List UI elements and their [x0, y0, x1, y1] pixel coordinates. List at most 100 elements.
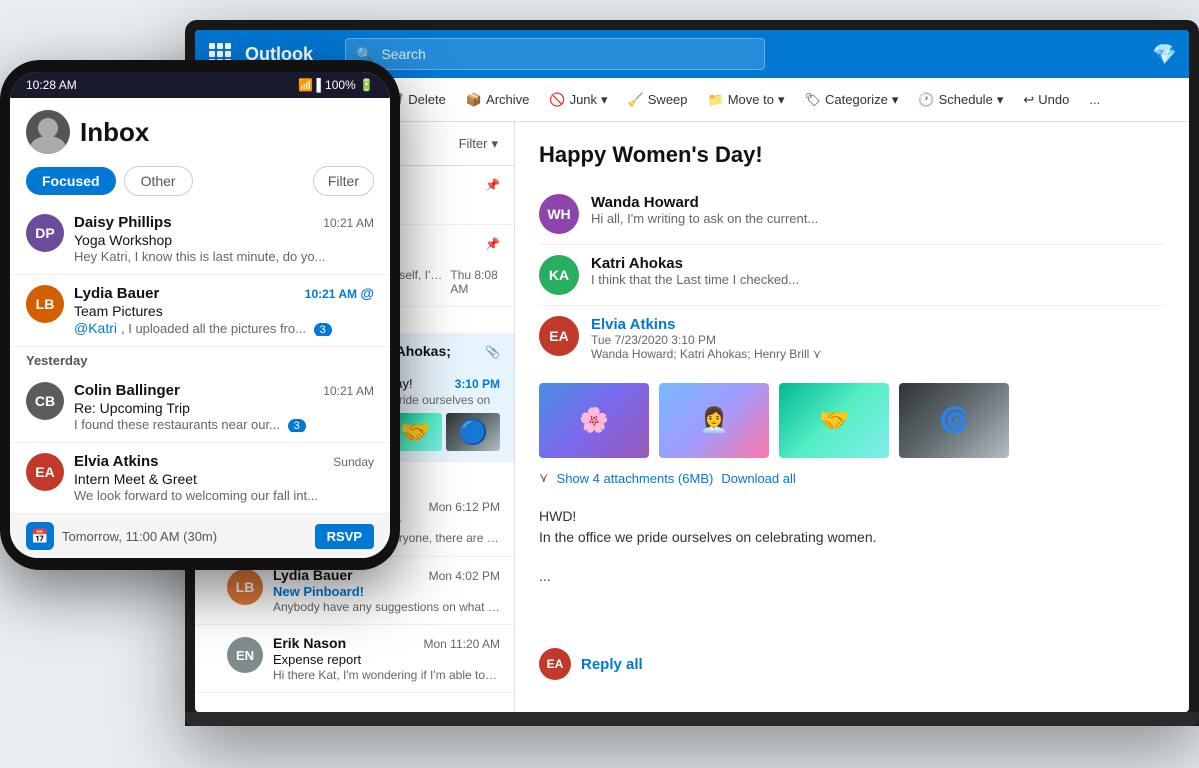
thumbnail: 🔵	[446, 413, 500, 451]
phone-tab-row: Focused Other Filter	[10, 162, 390, 204]
email-thread-item: EA Elvia Atkins Tue 7/23/2020 3:10 PM Wa…	[539, 306, 1165, 371]
email-time: 10:21 AM @	[305, 285, 374, 301]
download-all-link[interactable]: Download all	[721, 471, 795, 486]
categorize-button[interactable]: 🏷 Categorize ▾	[796, 88, 906, 112]
email-thread-item: WH Wanda Howard Hi all, I'm writing to a…	[539, 184, 1165, 245]
category-icon: 🏷	[804, 92, 821, 108]
calendar-icon: 📅	[26, 522, 54, 550]
attachment-thumb: 🌀	[899, 383, 1009, 458]
email-subject: Expense report	[273, 652, 500, 667]
undo-button[interactable]: ↩ Undo	[1015, 88, 1077, 112]
phone-tab-other[interactable]: Other	[124, 166, 193, 196]
email-subject: Re: Upcoming Trip	[74, 400, 374, 416]
email-subject: Team Pictures	[74, 303, 374, 319]
unread-badge: 3	[314, 323, 332, 336]
clock-icon: 🕐	[918, 92, 934, 108]
move-icon: 📁	[708, 92, 724, 108]
unread-dot	[209, 643, 217, 651]
phone-signal: 📶 ▌100% 🔋	[298, 78, 374, 92]
filter-button[interactable]: Filter ▾	[459, 136, 498, 152]
avatar: LB	[26, 285, 64, 323]
move-to-button[interactable]: 📁 Move to ▾	[700, 88, 793, 112]
email-preview: Anybody have any suggestions on what we	[273, 600, 500, 614]
attachment-thumb: 🌸	[539, 383, 649, 458]
chevron-down-icon: ▾	[601, 92, 608, 108]
email-preview: Hey Katri, I know this is last minute, d…	[74, 249, 374, 264]
phone-header: Inbox	[10, 98, 390, 162]
pin-icon: 📌	[485, 178, 500, 192]
email-recipients: Wanda Howard; Katri Ahokas; Henry Brill …	[591, 347, 1165, 361]
laptop-base	[185, 712, 1199, 726]
email-subject: Yoga Workshop	[74, 232, 374, 248]
sender-name: Elvia Atkins	[591, 316, 1165, 333]
archive-icon: 📦	[466, 92, 482, 108]
junk-button[interactable]: 🚫 Junk ▾	[541, 88, 615, 112]
show-attachments-link[interactable]: Show 4 attachments (6MB)	[557, 471, 714, 486]
phone-bottom-bar: 📅 Tomorrow, 11:00 AM (30m) RSVP	[10, 514, 390, 558]
phone-filter-button[interactable]: Filter	[313, 166, 374, 196]
list-item[interactable]: CB Colin Ballinger 10:21 AM Re: Upcoming…	[10, 372, 390, 443]
email-time: Mon 4:02 PM	[429, 569, 500, 583]
phone-time: 10:28 AM	[26, 78, 77, 92]
avatar: KA	[539, 255, 579, 295]
email-preview: @Katri, I uploaded all the pictures fro.…	[74, 320, 374, 336]
sender-name: Elvia Atkins	[74, 453, 158, 470]
phone-screen: 10:28 AM 📶 ▌100% 🔋 Inbox Focused Other F…	[10, 72, 390, 558]
email-time: Thu 8:08 AM	[450, 268, 500, 296]
attachment-thumb: 🤝	[779, 383, 889, 458]
chevron-down-icon: ▾	[892, 92, 899, 108]
more-options-button[interactable]: ...	[1081, 88, 1108, 111]
phone-tab-focused[interactable]: Focused	[26, 167, 116, 195]
phone-device: 10:28 AM 📶 ▌100% 🔋 Inbox Focused Other F…	[0, 60, 410, 570]
avatar: LB	[227, 569, 263, 605]
mention-badge: @Katri	[74, 320, 117, 336]
expand-icon: ⋎	[539, 470, 549, 486]
body-line1: HWD!	[539, 506, 1165, 527]
phone-inbox-title: Inbox	[80, 117, 149, 148]
list-item[interactable]: DP Daisy Phillips 10:21 AM Yoga Workshop…	[10, 204, 390, 275]
email-preview: Hi all, I'm writing to ask on the curren…	[591, 211, 1165, 226]
reply-all-button[interactable]: Reply all	[581, 656, 643, 673]
email-body: HWD! In the office we pride ourselves on…	[539, 506, 1165, 548]
unread-badge: 3	[288, 419, 306, 432]
email-preview: I found these restaurants near our... 3	[74, 417, 374, 432]
avatar: CB	[26, 382, 64, 420]
sweep-button[interactable]: 🧹 Sweep	[620, 88, 696, 112]
phone-user-avatar	[26, 110, 70, 154]
body-ellipsis: ...	[539, 568, 1165, 584]
reading-pane-title: Happy Women's Day!	[539, 142, 1165, 168]
email-time: 3:10 PM	[455, 377, 500, 391]
email-meta: Tue 7/23/2020 3:10 PM	[591, 333, 1165, 347]
email-preview: Hi there Kat, I'm wondering if I'm able …	[273, 668, 500, 682]
avatar: EA	[26, 453, 64, 491]
body-line2: In the office we pride ourselves on cele…	[539, 527, 1165, 548]
phone-status-bar: 10:28 AM 📶 ▌100% 🔋	[10, 72, 390, 98]
reminder-text: Tomorrow, 11:00 AM (30m)	[62, 529, 217, 544]
chevron-down-icon: ▾	[491, 136, 498, 152]
list-item[interactable]: EA Elvia Atkins Sunday Intern Meet & Gre…	[10, 443, 390, 514]
unread-dot	[209, 575, 217, 583]
sender-name: Wanda Howard	[591, 194, 1165, 211]
list-item[interactable]: EN Erik Nason Mon 11:20 AM Expense repor…	[195, 625, 514, 693]
schedule-button[interactable]: 🕐 Schedule ▾	[910, 88, 1011, 112]
list-item[interactable]: LB Lydia Bauer 10:21 AM @ Team Pictures …	[10, 275, 390, 347]
reading-pane: Happy Women's Day! WH Wanda Howard Hi al…	[515, 122, 1189, 712]
email-time: Mon 11:20 AM	[424, 637, 501, 651]
section-label-yesterday: Yesterday	[10, 347, 390, 372]
sender-name: Katri Ahokas	[591, 255, 1165, 272]
email-time: Sunday	[333, 455, 374, 469]
sender-name: Colin Ballinger	[74, 382, 180, 399]
attachment-thumb: 👩‍💼	[659, 383, 769, 458]
avatar: DP	[26, 214, 64, 252]
email-thread-item: KA Katri Ahokas I think that the Last ti…	[539, 245, 1165, 306]
phone-frame: 10:28 AM 📶 ▌100% 🔋 Inbox Focused Other F…	[0, 60, 400, 570]
avatar: WH	[539, 194, 579, 234]
sender-name: Lydia Bauer	[74, 285, 159, 302]
search-input[interactable]	[381, 46, 754, 62]
diamond-icon: 💎	[1152, 42, 1177, 67]
pin-icon: 📌	[485, 237, 500, 251]
email-preview: I think that the Last time I checked...	[591, 272, 1165, 287]
rsvp-button[interactable]: RSVP	[315, 524, 374, 549]
sender-name: Erik Nason	[273, 635, 346, 651]
archive-button[interactable]: 📦 Archive	[458, 88, 538, 112]
